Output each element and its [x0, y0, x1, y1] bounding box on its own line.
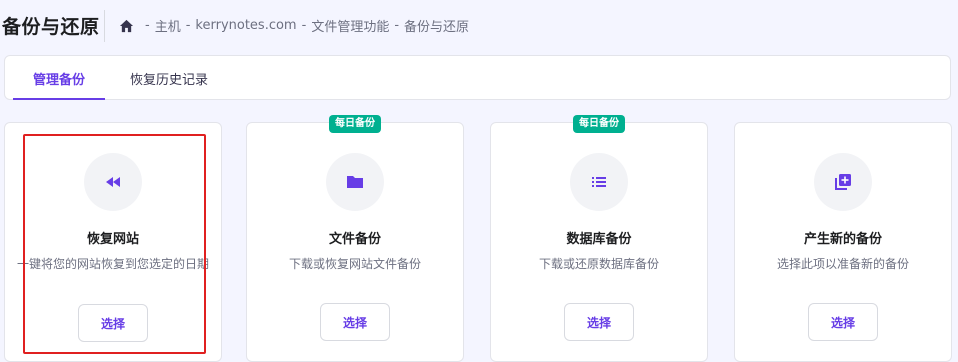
file-backup-select-button[interactable]: 选择 — [320, 303, 390, 341]
database-backup-card: 每日备份 数据库备份 下载或还原数据库备份 选择 — [490, 115, 708, 362]
card-description: 一键将您的网站恢复到您选定的日期 — [16, 257, 209, 271]
folder-icon — [326, 153, 384, 211]
file-backup-card: 每日备份 文件备份 下载或恢复网站文件备份 选择 — [246, 115, 464, 362]
breadcrumb-separator: - — [394, 18, 400, 33]
card-description: 下载或还原数据库备份 — [538, 257, 659, 271]
daily-backup-badge: 每日备份 — [573, 115, 625, 133]
list-icon — [570, 153, 628, 211]
breadcrumb-item-host[interactable]: 主机 — [155, 16, 181, 35]
tabs-bar: 管理备份 恢复历史记录 — [4, 55, 951, 100]
breadcrumb: - 主机 - kerrynotes.com - 文件管理功能 - 备份与还原 — [119, 16, 469, 35]
restore-website-card: 恢复网站 一键将您的网站恢复到您选定的日期 选择 — [4, 122, 222, 362]
breadcrumb-separator: - — [185, 18, 191, 33]
card-description: 下载或恢复网站文件备份 — [288, 257, 421, 271]
breadcrumb-item-file-management[interactable]: 文件管理功能 — [311, 16, 389, 35]
home-icon[interactable] — [119, 19, 134, 33]
breadcrumb-item-domain[interactable]: kerrynotes.com — [195, 18, 296, 33]
card-title: 产生新的备份 — [803, 232, 882, 247]
breadcrumb-item-current: 备份与还原 — [404, 20, 470, 35]
page-title: 备份与还原 — [2, 16, 100, 38]
database-backup-select-button[interactable]: 选择 — [564, 303, 634, 341]
card-title: 恢复网站 — [86, 232, 139, 247]
title-divider — [104, 10, 105, 42]
new-backup-card: 产生新的备份 选择此项以准备新的备份 选择 — [734, 122, 952, 362]
restore-website-select-button[interactable]: 选择 — [78, 304, 148, 342]
page-header: 备份与还原 - 主机 - kerrynotes.com - 文件管理功能 - 备… — [0, 0, 958, 52]
daily-backup-badge: 每日备份 — [329, 115, 381, 133]
breadcrumb-separator: - — [301, 18, 307, 33]
card-title: 数据库备份 — [566, 232, 632, 247]
card-description: 选择此项以准备新的备份 — [776, 257, 909, 271]
card-title: 文件备份 — [328, 232, 381, 247]
tab-restore-history[interactable]: 恢复历史记录 — [117, 56, 221, 100]
new-backup-select-button[interactable]: 选择 — [808, 303, 878, 341]
breadcrumb-separator: - — [145, 18, 150, 33]
add-copy-icon — [814, 153, 872, 211]
rewind-icon — [84, 153, 142, 211]
tab-manage-backups[interactable]: 管理备份 — [13, 56, 105, 100]
